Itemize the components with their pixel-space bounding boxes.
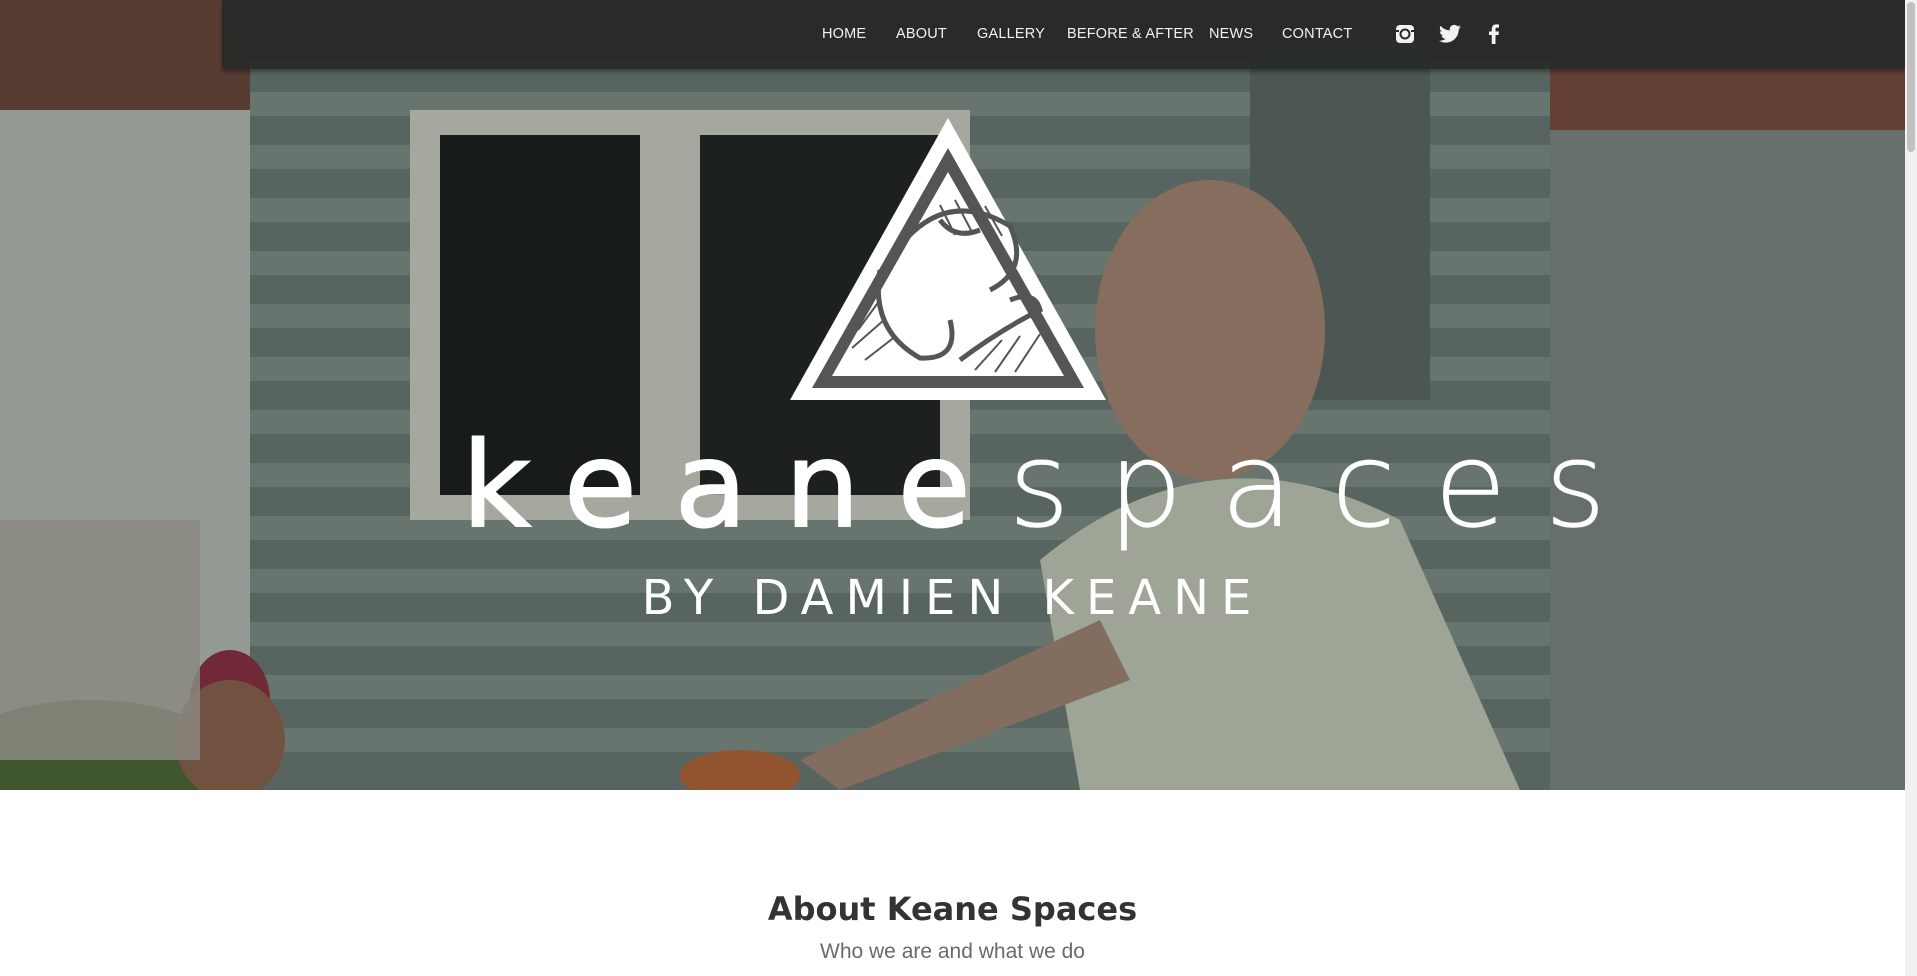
nav-gallery[interactable]: GALLERY xyxy=(977,26,1045,42)
nav-about[interactable]: ABOUT xyxy=(896,26,947,42)
brand-word-bold: keane xyxy=(461,415,1009,555)
hero-video[interactable]: keanespaces BY DAMIEN KEANE HOME ABOUT G… xyxy=(0,0,1905,790)
about-title: About Keane Spaces xyxy=(767,890,1138,928)
twitter-icon[interactable] xyxy=(1438,22,1462,46)
brand-word-light: spaces xyxy=(1008,416,1645,554)
nav-contact[interactable]: CONTACT xyxy=(1282,26,1352,42)
brand-tagline: BY DAMIEN KEANE xyxy=(641,570,1264,626)
top-navbar: HOME ABOUT GALLERY BEFORE & AFTER NEWS C… xyxy=(222,0,1905,69)
facebook-icon[interactable] xyxy=(1482,22,1506,46)
instagram-icon[interactable] xyxy=(1393,22,1417,46)
nav-news[interactable]: NEWS xyxy=(1209,26,1253,42)
page: keanespaces BY DAMIEN KEANE HOME ABOUT G… xyxy=(0,0,1905,976)
brand-wordmark: keanespaces xyxy=(461,410,1606,560)
about-subtitle: Who we are and what we do xyxy=(820,940,1085,963)
nav-home[interactable]: HOME xyxy=(822,26,866,42)
nav-before-after[interactable]: BEFORE & AFTER xyxy=(1067,26,1194,42)
scrollbar[interactable] xyxy=(1905,0,1917,976)
scrollbar-thumb[interactable] xyxy=(1907,2,1915,152)
keane-spaces-logo-icon xyxy=(790,118,1106,400)
about-section: About Keane Spaces Who we are and what w… xyxy=(0,790,1905,976)
